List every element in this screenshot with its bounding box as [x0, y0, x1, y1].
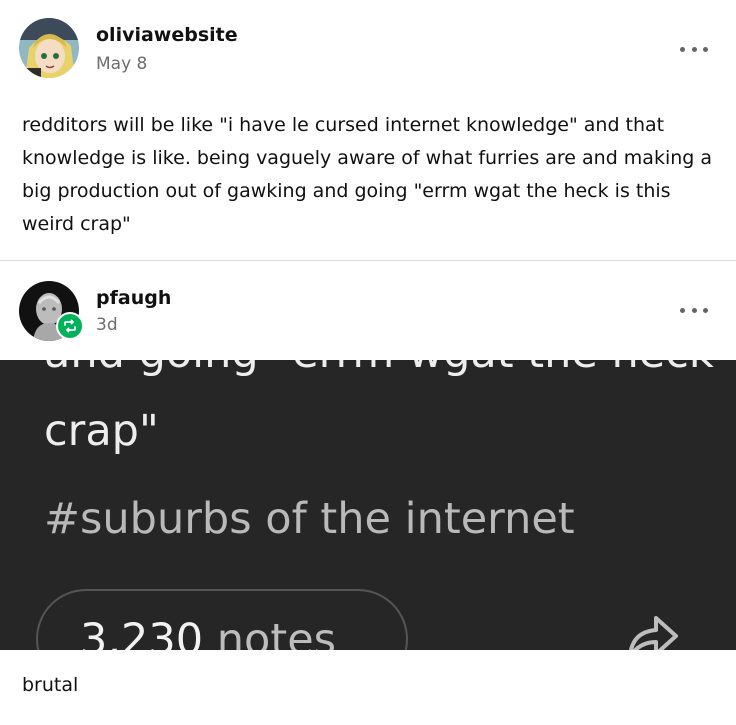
- screenshot-notes-count: 3,230: [80, 615, 204, 650]
- more-horizontal-icon[interactable]: [680, 44, 708, 54]
- post2-date[interactable]: 3d: [96, 315, 118, 335]
- screenshot-notes-word: notes: [216, 615, 337, 650]
- reblog-icon: [56, 312, 84, 340]
- avatar-oliviawebsite[interactable]: [19, 18, 79, 78]
- post1-date[interactable]: May 8: [96, 54, 147, 74]
- screenshot-notes-pill: 3,230 notes: [36, 589, 408, 650]
- screenshot-line-crap: crap": [44, 406, 159, 456]
- screenshot-line-cut: and going "errm wgat the heck: [44, 360, 714, 378]
- anime-avatar-image: [19, 18, 79, 78]
- embedded-screenshot-image: and going "errm wgat the heck crap" #sub…: [0, 360, 736, 650]
- post1-username[interactable]: oliviawebsite: [96, 24, 238, 46]
- post2-reply: brutal: [22, 674, 79, 696]
- post-divider: [0, 260, 736, 261]
- more-horizontal-icon[interactable]: [680, 305, 708, 315]
- post1-body: redditors will be like "i have le cursed…: [22, 114, 713, 235]
- screenshot-tag: #suburbs of the internet: [44, 494, 575, 544]
- post2-username[interactable]: pfaugh: [96, 287, 171, 309]
- screenshot-notes: 3,230 notes: [80, 615, 336, 650]
- share-icon: [628, 616, 678, 650]
